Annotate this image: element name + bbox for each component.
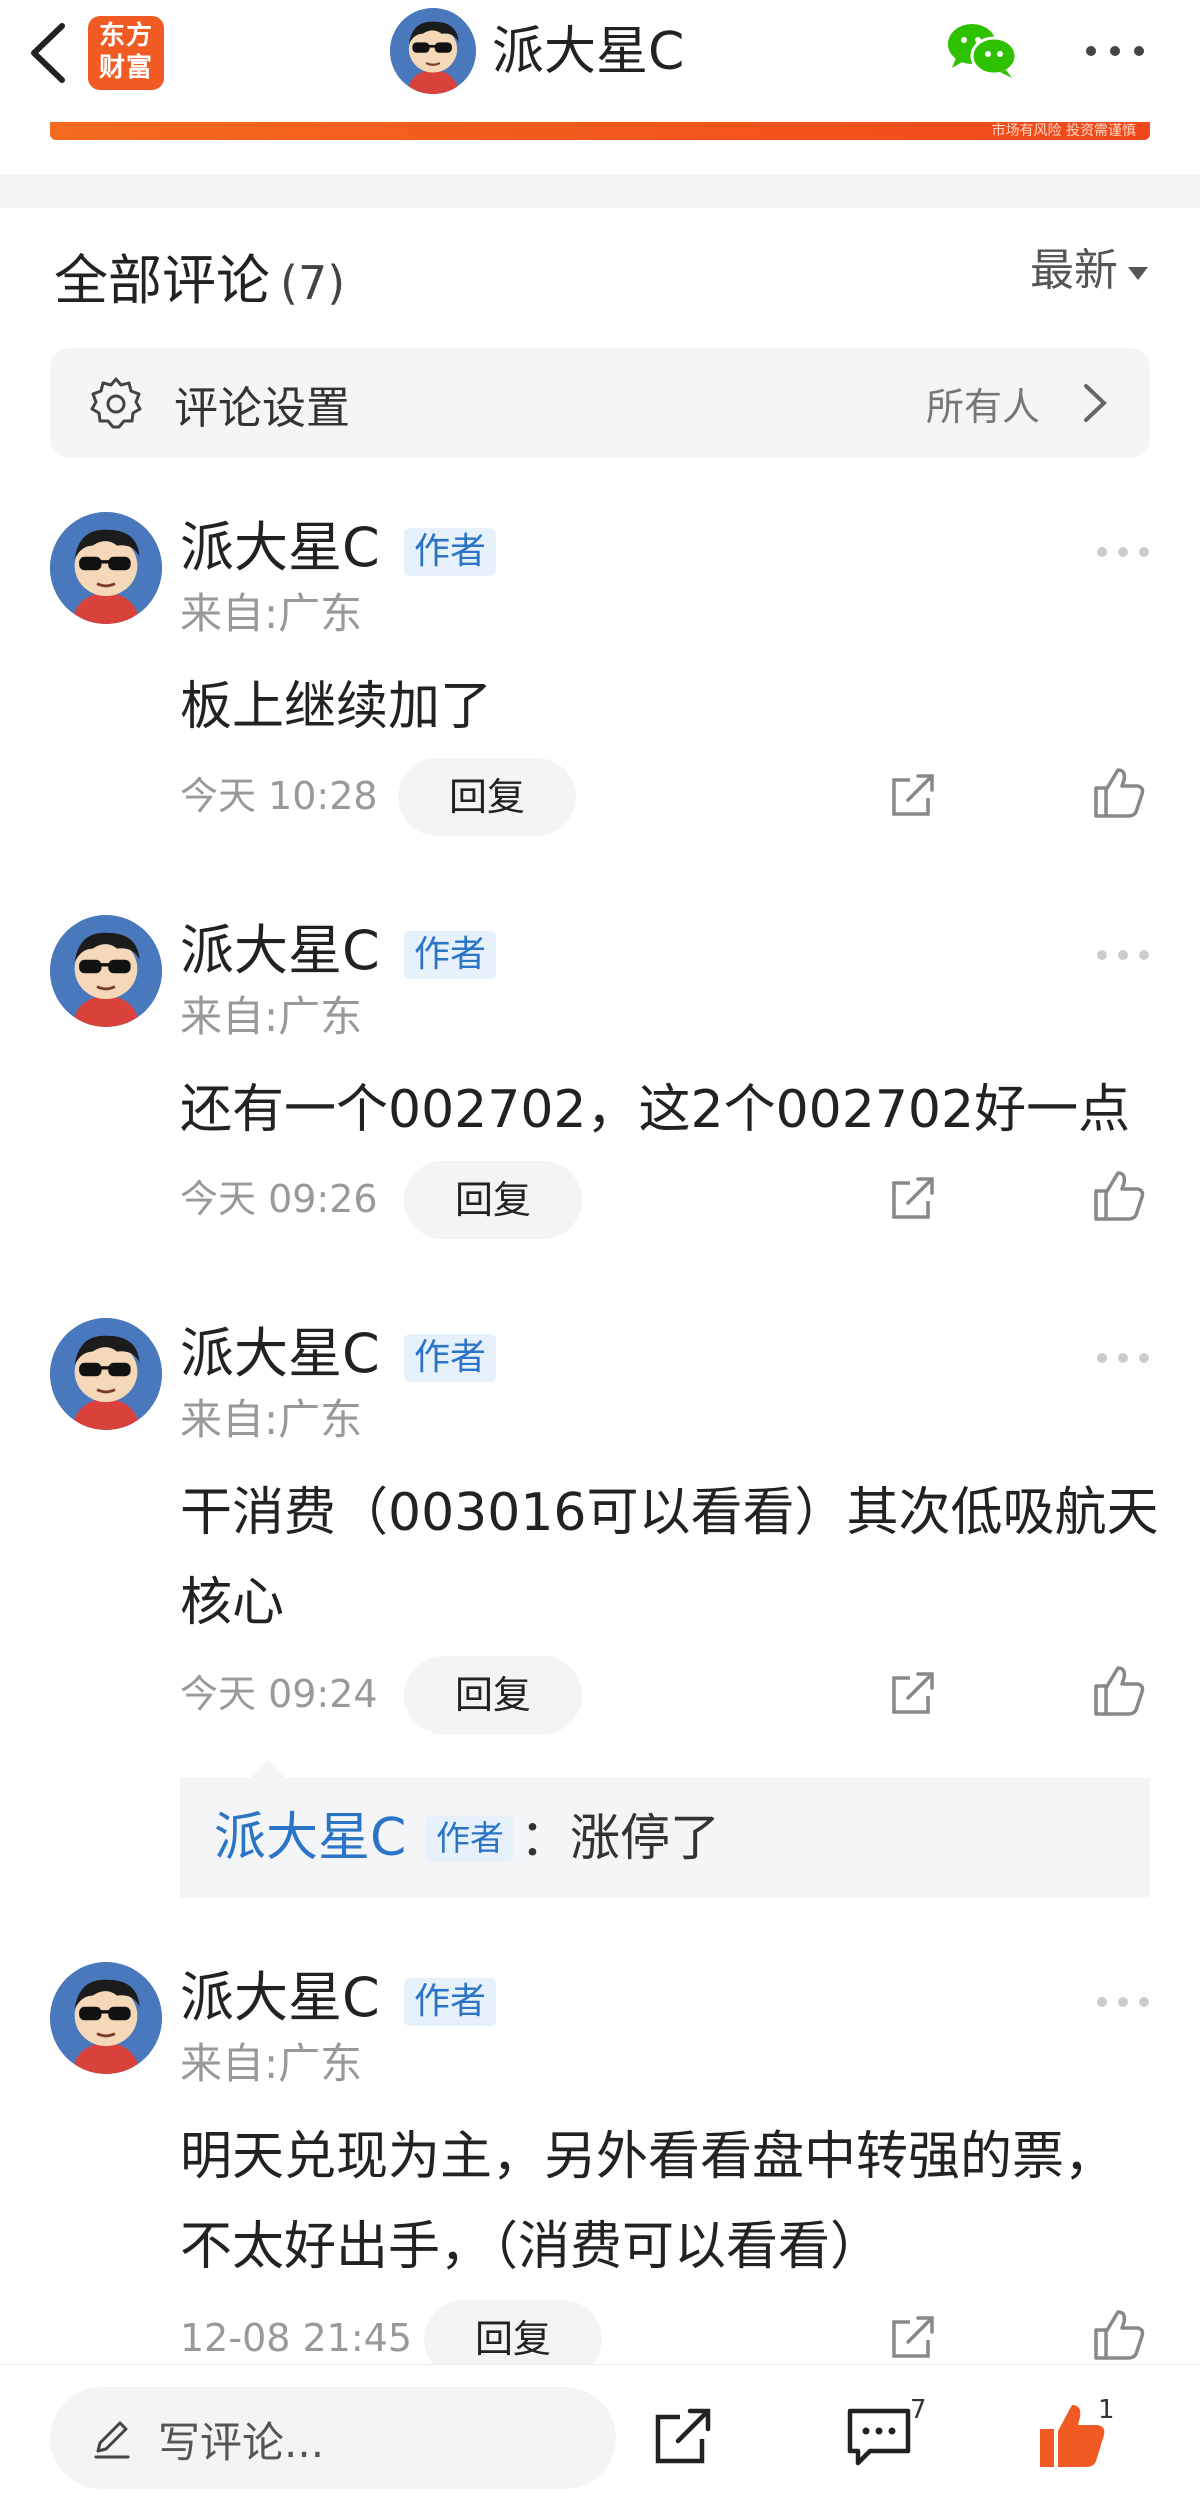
comments-title: 全部评论 (7) xyxy=(54,236,345,315)
comment-text[interactable]: 明天兑现为主，另外看看盘中转强的票，不太好出手，（消费可以看看） xyxy=(180,2112,1160,2292)
comment-author-name[interactable]: 派大星C xyxy=(180,1966,380,2030)
caret-down-icon xyxy=(1128,266,1148,280)
banner-strip[interactable]: 市场有风险 投资需谨慎 xyxy=(50,122,1150,140)
reply-text: ：涨停了 xyxy=(520,1809,720,1867)
comment-count-badge: 7 xyxy=(910,2395,927,2425)
back-arrow-icon[interactable] xyxy=(22,18,76,88)
chevron-right-icon xyxy=(1084,384,1107,422)
thumbs-up-icon[interactable] xyxy=(1092,1169,1146,1223)
comment-text[interactable]: 干消费（003016可以看看）其次低吸航天核心 xyxy=(180,1468,1160,1648)
page-title[interactable]: 派大星C xyxy=(492,20,684,84)
gear-icon xyxy=(90,377,142,429)
thumbs-up-icon[interactable] xyxy=(1092,2308,1146,2362)
sort-label: 最新 xyxy=(1030,245,1118,296)
comment-time: 今天 09:24 xyxy=(180,1672,378,1716)
comment-location: 来自:广东 xyxy=(180,992,363,1041)
comments-title-text: 全部评论 xyxy=(54,249,270,312)
like-count-badge: 1 xyxy=(1098,2395,1115,2425)
logo-line1: 东方 xyxy=(98,21,153,51)
comment-location: 来自:广东 xyxy=(180,2039,363,2088)
author-badge: 作者 xyxy=(404,1334,497,1382)
comment-author-name[interactable]: 派大星C xyxy=(180,516,380,580)
sort-dropdown[interactable]: 最新 xyxy=(1030,234,1148,298)
thumbs-up-icon[interactable] xyxy=(1092,766,1146,820)
section-divider xyxy=(0,174,1200,208)
thumbs-up-icon[interactable] xyxy=(1092,1664,1146,1718)
share-icon[interactable] xyxy=(888,1668,938,1718)
comment-location: 来自:广东 xyxy=(180,1395,363,1444)
nested-reply[interactable]: 派大星C 作者 ：涨停了 xyxy=(180,1760,1150,1898)
author-badge: 作者 xyxy=(404,1978,497,2026)
more-menu-icon[interactable] xyxy=(1084,44,1146,58)
app-logo[interactable]: 东方 财富 xyxy=(88,16,164,90)
reply-button[interactable]: 回复 xyxy=(398,758,576,836)
comment-text[interactable]: 板上继续加了 xyxy=(180,662,1160,752)
wechat-share-icon[interactable] xyxy=(944,20,1018,80)
comment-text[interactable]: 还有一个002702，这2个002702好一点 xyxy=(180,1065,1160,1155)
top-nav: 东方 财富 派大星C xyxy=(0,0,1200,120)
banner-risk-text: 市场有风险 投资需谨慎 xyxy=(991,123,1136,139)
share-icon[interactable] xyxy=(888,770,938,820)
comment-time: 12-08 21:45 xyxy=(180,2316,413,2360)
comment-author-name[interactable]: 派大星C xyxy=(180,1322,380,1386)
write-comment-placeholder: 写评论... xyxy=(158,2418,325,2467)
comment-time: 今天 10:28 xyxy=(180,774,378,818)
avatar[interactable] xyxy=(50,1318,162,1430)
bottom-action-bar: 写评论... 7 1 xyxy=(0,2364,1200,2509)
comment-time: 今天 09:26 xyxy=(180,1177,378,1221)
reply-button[interactable]: 回复 xyxy=(404,1656,582,1734)
avatar[interactable] xyxy=(50,512,162,624)
comment-settings-row[interactable]: 评论设置 所有人 xyxy=(50,348,1150,458)
share-icon[interactable] xyxy=(888,1173,938,1223)
logo-line2: 财富 xyxy=(98,53,153,83)
comment-author-name[interactable]: 派大星C xyxy=(180,919,380,983)
more-options-icon[interactable] xyxy=(1096,1352,1150,1364)
reply-author-name[interactable]: 派大星C xyxy=(214,1808,406,1868)
author-badge: 作者 xyxy=(404,528,497,576)
avatar[interactable] xyxy=(50,915,162,1027)
header-avatar[interactable] xyxy=(390,8,476,94)
author-badge: 作者 xyxy=(426,1816,514,1862)
comment-location: 来自:广东 xyxy=(180,589,363,638)
comment-bubble-icon[interactable] xyxy=(846,2405,912,2467)
more-options-icon[interactable] xyxy=(1096,1996,1150,2008)
reply-button[interactable]: 回复 xyxy=(404,1161,582,1239)
avatar[interactable] xyxy=(50,1962,162,2074)
more-options-icon[interactable] xyxy=(1096,546,1150,558)
more-options-icon[interactable] xyxy=(1096,949,1150,961)
settings-value: 所有人 xyxy=(925,385,1040,429)
write-comment-input[interactable]: 写评论... xyxy=(50,2387,616,2489)
author-badge: 作者 xyxy=(404,931,497,979)
comments-count: (7) xyxy=(280,256,346,310)
settings-label: 评论设置 xyxy=(174,383,350,434)
pen-icon xyxy=(94,2421,130,2459)
share-icon[interactable] xyxy=(652,2405,714,2467)
share-icon[interactable] xyxy=(888,2312,938,2362)
